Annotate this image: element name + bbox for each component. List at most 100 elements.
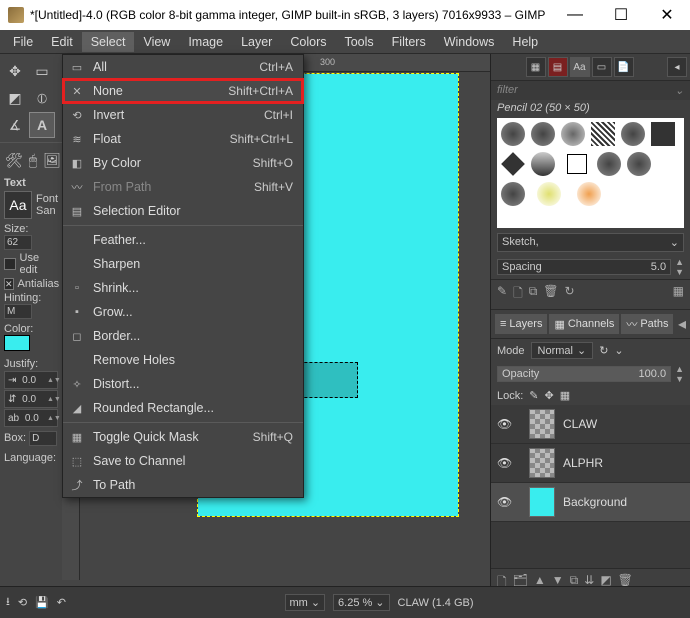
menu-colors[interactable]: Colors — [281, 32, 335, 52]
mode-label: Mode — [497, 345, 525, 357]
fonts-tab-icon[interactable]: Aa — [570, 57, 590, 77]
menu-edit[interactable]: Edit — [42, 32, 82, 52]
menu-item-all[interactable]: ▭AllCtrl+A — [63, 55, 303, 79]
spacing-stepper-icon[interactable]: ▲▼ — [675, 257, 684, 277]
menu-item-border-[interactable]: ◻Border... — [63, 324, 303, 348]
menu-item-none[interactable]: ✕NoneShift+Ctrl+A — [63, 79, 303, 103]
menu-item-to-path[interactable]: ⤴To Path — [63, 473, 303, 497]
restore-icon[interactable]: ↶ — [57, 596, 66, 609]
history-tab-icon[interactable]: ▭ — [592, 57, 612, 77]
menu-item-save-to-channel[interactable]: ⬚Save to Channel — [63, 449, 303, 473]
line-spacing-spinner[interactable]: ⇵ 0.0▲▼ — [4, 390, 58, 408]
doc-tab-icon[interactable]: 📄 — [614, 57, 634, 77]
brush-preset-select[interactable]: Sketch,⌄ — [497, 233, 684, 252]
hinting-input[interactable] — [4, 304, 32, 319]
refresh-brush-icon[interactable]: ↻ — [565, 284, 575, 305]
layer-row[interactable]: 👁CLAW — [491, 405, 690, 444]
download-icon[interactable]: ⭳ — [6, 593, 10, 612]
menu-item-invert[interactable]: ⟲InvertCtrl+I — [63, 103, 303, 127]
chevron-down-icon[interactable]: ⌄ — [614, 344, 623, 357]
patterns-tab-icon[interactable]: ▤ — [548, 57, 568, 77]
box-input[interactable] — [29, 431, 57, 446]
menu-view[interactable]: View — [134, 32, 179, 52]
menu-layer[interactable]: Layer — [232, 32, 281, 52]
menu-select[interactable]: Select — [82, 32, 135, 52]
menu-item-grow-[interactable]: ▪Grow... — [63, 300, 303, 324]
menu-item-by-color[interactable]: ◧By ColorShift+O — [63, 151, 303, 175]
font-preview[interactable]: Aa — [4, 191, 32, 219]
warp-tool[interactable]: ⦶ — [29, 85, 55, 111]
menu-item-rounded-rectangle-[interactable]: ◢Rounded Rectangle... — [63, 396, 303, 420]
eye-icon[interactable]: 👁 — [497, 456, 513, 470]
menu-tools[interactable]: Tools — [335, 32, 382, 52]
text-tool[interactable]: A — [29, 112, 55, 138]
mode-switch-icon[interactable]: ↻ — [599, 344, 608, 357]
font-name[interactable]: San — [36, 205, 58, 217]
text-color-swatch[interactable] — [4, 335, 30, 351]
open-brush-icon[interactable]: ▦ — [673, 284, 684, 305]
menu-item-sharpen[interactable]: Sharpen — [63, 252, 303, 276]
unit-select[interactable]: mm ⌄ — [285, 594, 326, 611]
font-label: Font — [36, 193, 58, 205]
edit-brush-icon[interactable]: ✎ — [497, 284, 507, 305]
device-tab-icon[interactable]: 🖱 — [28, 147, 38, 173]
image-tab-icon[interactable]: 🖼 — [42, 147, 62, 173]
menu-item-remove-holes[interactable]: Remove Holes — [63, 348, 303, 372]
menu-item-float[interactable]: ≋FloatShift+Ctrl+L — [63, 127, 303, 151]
options-tab-icon[interactable]: 🛠 — [4, 147, 24, 173]
menu-item-feather-[interactable]: Feather... — [63, 228, 303, 252]
menu-item-shrink-[interactable]: ▫Shrink... — [63, 276, 303, 300]
brush-grid[interactable] — [497, 118, 684, 228]
spacing-slider[interactable]: Spacing5.0 — [497, 259, 671, 275]
letter-spacing-spinner[interactable]: ab 0.0▲▼ — [4, 409, 58, 427]
new-brush-icon[interactable]: 🗋 — [513, 284, 523, 305]
left-panel: ✥ ▭ ◩ ⦶ ∡ A 🛠 🖱 🖼 Text Aa Font San Size: — [0, 54, 62, 598]
toolbox: ✥ ▭ ◩ ⦶ ∡ A — [0, 54, 62, 142]
menu-chevron-icon[interactable]: ◂ — [667, 57, 687, 77]
dup-brush-icon[interactable]: ⧉ — [529, 284, 538, 305]
brush-filter-input[interactable]: filter⌄ — [491, 81, 690, 100]
maximize-button[interactable]: ☐ — [598, 0, 644, 30]
tab-layers[interactable]: ≡ Layers — [495, 314, 547, 334]
menu-item-selection-editor[interactable]: ▤Selection Editor — [63, 199, 303, 223]
zoom-select[interactable]: 6.25 % ⌄ — [333, 594, 389, 611]
indent-spinner[interactable]: ⇥ 0.0▲▼ — [4, 371, 58, 389]
use-editor-checkbox[interactable] — [4, 258, 16, 270]
opacity-slider[interactable]: Opacity100.0 — [497, 366, 671, 382]
hinting-label: Hinting: — [4, 292, 41, 304]
del-brush-icon[interactable]: 🗑 — [543, 284, 558, 305]
size-input[interactable] — [4, 235, 32, 250]
lock-paint-icon[interactable]: ✎ — [529, 389, 538, 402]
menu-item-distort-[interactable]: ✧Distort... — [63, 372, 303, 396]
tab-paths[interactable]: 〰 Paths — [621, 314, 673, 334]
move-tool[interactable]: ✥ — [2, 58, 28, 84]
menu-image[interactable]: Image — [179, 32, 232, 52]
save-icon[interactable]: 💾 — [35, 596, 49, 609]
mode-select[interactable]: Normal ⌄ — [531, 342, 594, 359]
close-button[interactable]: ✕ — [644, 0, 690, 30]
brushes-tab-icon[interactable]: ▦ — [526, 57, 546, 77]
tab-channels[interactable]: ▦ Channels — [549, 314, 619, 334]
reset-icon[interactable]: ⟲ — [18, 596, 27, 609]
eye-icon[interactable]: 👁 — [497, 417, 513, 431]
menu-help[interactable]: Help — [503, 32, 547, 52]
measure-tool[interactable]: ∡ — [2, 112, 28, 138]
minimize-button[interactable]: — — [552, 0, 598, 30]
antialias-label: Antialias — [18, 278, 60, 290]
dock-menu-icon[interactable]: ◂ — [678, 314, 686, 334]
menu-item-toggle-quick-mask[interactable]: ▦Toggle Quick MaskShift+Q — [63, 425, 303, 449]
rect-select-tool[interactable]: ▭ — [29, 58, 55, 84]
lock-move-icon[interactable]: ✥ — [545, 389, 554, 402]
layer-row[interactable]: 👁Background — [491, 483, 690, 522]
opacity-stepper-icon[interactable]: ▲▼ — [675, 364, 684, 384]
chevron-down-icon: ⌄ — [577, 344, 586, 357]
menu-filters[interactable]: Filters — [383, 32, 435, 52]
layer-row[interactable]: 👁ALPHR — [491, 444, 690, 483]
antialias-checkbox[interactable]: ✕ — [4, 278, 14, 290]
menu-file[interactable]: File — [4, 32, 42, 52]
eye-icon[interactable]: 👁 — [497, 495, 513, 509]
lock-alpha-icon[interactable]: ▦ — [560, 389, 570, 402]
menu-windows[interactable]: Windows — [435, 32, 504, 52]
transform-tool[interactable]: ◩ — [2, 85, 28, 111]
right-panel: ▦ ▤ Aa ▭ 📄 ◂ filter⌄ Pencil 02 (50 × 50)… — [490, 54, 690, 598]
